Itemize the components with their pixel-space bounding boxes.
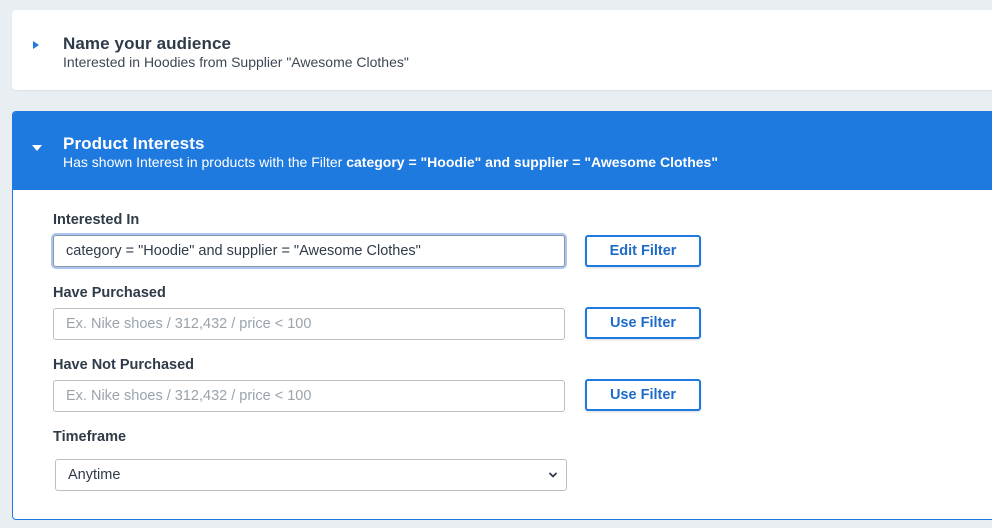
have-not-purchased-label: Have Not Purchased (53, 357, 195, 373)
caret-right-icon[interactable] (33, 41, 39, 49)
name-audience-section[interactable]: Name your audience Interested in Hoodies… (12, 10, 992, 90)
product-interests-subtitle: Has shown Interest in products with the … (63, 154, 718, 170)
have-purchased-label: Have Purchased (53, 285, 166, 301)
timeframe-select[interactable]: Anytime (55, 459, 567, 491)
subtitle-prefix: Has shown Interest in products with the … (63, 154, 347, 170)
name-audience-title: Name your audience (63, 34, 232, 53)
product-interests-section: Product Interests Has shown Interest in … (12, 111, 992, 520)
interested-in-input[interactable] (53, 235, 565, 267)
have-not-purchased-input[interactable] (53, 380, 565, 412)
timeframe-label: Timeframe (53, 429, 127, 445)
have-not-purchased-use-filter-button[interactable]: Use Filter (585, 379, 701, 411)
chevron-down-icon (549, 472, 557, 478)
interested-in-label: Interested In (53, 212, 140, 228)
subtitle-filter: category = "Hoodie" and supplier = "Awes… (346, 154, 718, 170)
product-interests-title: Product Interests (63, 134, 205, 153)
have-purchased-input[interactable] (53, 308, 565, 340)
name-audience-subtitle: Interested in Hoodies from Supplier "Awe… (63, 54, 409, 70)
timeframe-selected-value: Anytime (68, 467, 121, 483)
product-interests-header[interactable]: Product Interests Has shown Interest in … (13, 112, 992, 190)
caret-down-icon[interactable] (32, 145, 42, 151)
have-purchased-use-filter-button[interactable]: Use Filter (585, 307, 701, 339)
edit-filter-button[interactable]: Edit Filter (585, 235, 701, 267)
page: Name your audience Interested in Hoodies… (0, 0, 992, 528)
